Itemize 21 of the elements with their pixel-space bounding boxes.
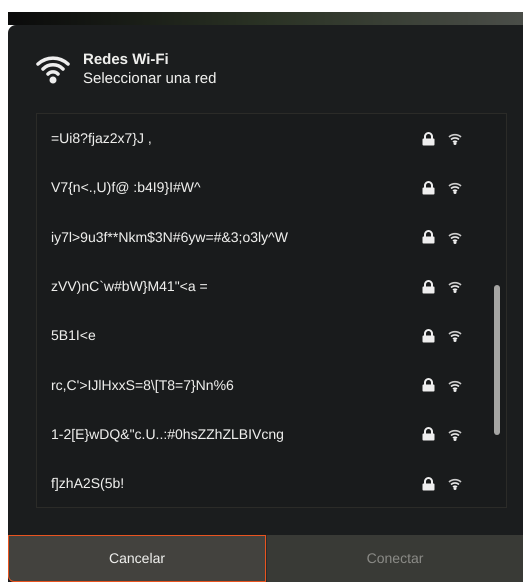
wifi-signal-icon (448, 181, 462, 194)
wifi-signal-icon (448, 329, 462, 342)
network-name[interactable]: iy7l>9u3f**Nkm$3N#6yw=#&3;o3ly^W (51, 226, 422, 248)
wifi-signal-icon (448, 132, 462, 146)
network-name[interactable]: 5B1I<e (51, 325, 422, 346)
wifi-signal-icon (448, 378, 462, 392)
wifi-signal-icon (448, 230, 462, 244)
dialog-button[interactable]: Cancelar (8, 535, 266, 582)
network-name[interactable]: V7{n<.,U)f@ :b4I9}I#W^ (51, 177, 422, 198)
scrollbar[interactable] (494, 285, 500, 435)
dialog-subtitle: Seleccionar una red (83, 69, 216, 88)
network-name[interactable]: rc,C'>IJlHxxS=8\[T8=7}Nn%6 (51, 374, 422, 396)
wifi-signal-icon (448, 280, 462, 294)
network-name[interactable]: zVV)nC`w#bW}M41"<a = (51, 276, 422, 298)
wifi-signal-icon (448, 428, 462, 441)
dialog-title: Redes Wi-Fi (83, 50, 170, 69)
network-name[interactable]: 1-2[E}wDQ&"c.U..:#0hsZZhZLBIVcng (51, 424, 422, 445)
network-name[interactable]: =Ui8?fjaz2x7}J , (51, 128, 422, 150)
network-name[interactable]: f]zhA2S(5b! (51, 473, 422, 494)
wifi-signal-icon (448, 477, 462, 490)
wifi-icon (36, 54, 70, 84)
